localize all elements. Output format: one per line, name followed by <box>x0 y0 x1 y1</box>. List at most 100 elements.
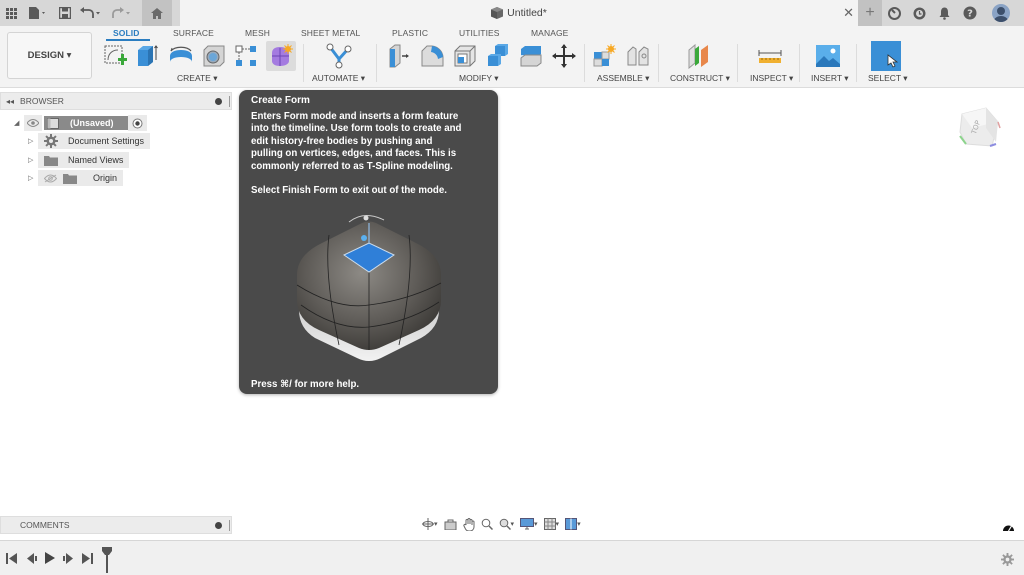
look-at-button[interactable] <box>442 515 459 533</box>
pattern-button[interactable] <box>233 43 259 69</box>
automate-menu[interactable]: AUTOMATE ▾ <box>312 73 365 84</box>
browser-panel-header[interactable]: ◂◂ BROWSER <box>0 92 232 110</box>
extensions-icon[interactable] <box>882 0 907 26</box>
insert-canvas-button[interactable] <box>815 43 841 69</box>
play-button[interactable] <box>42 551 56 565</box>
step-back-button[interactable] <box>24 551 38 565</box>
visibility-eye-icon[interactable] <box>24 115 42 131</box>
separator <box>737 44 738 82</box>
title-bar: Untitled* ✕ + ? <box>0 0 1024 26</box>
tooltip-title: Create Form <box>251 95 310 106</box>
create-menu[interactable]: CREATE ▾ <box>177 73 217 84</box>
tree-node: Origin <box>38 170 123 186</box>
assemble-menu[interactable]: ASSEMBLE ▾ <box>597 73 649 84</box>
active-tab-indicator <box>106 39 150 41</box>
go-to-end-button[interactable] <box>80 551 94 565</box>
document-tab[interactable]: Untitled* ✕ <box>180 0 858 26</box>
save-icon[interactable] <box>54 0 76 26</box>
job-status-icon[interactable] <box>907 0 932 26</box>
tab-solid[interactable]: SOLID <box>113 28 139 38</box>
browser-item-document-settings[interactable]: ▷ Document Settings <box>28 133 150 149</box>
close-tab-icon[interactable]: ✕ <box>843 5 854 21</box>
move-copy-button[interactable] <box>551 43 577 69</box>
press-pull-button[interactable] <box>386 43 412 69</box>
workspace-switcher[interactable]: DESIGN ▾ <box>7 32 92 79</box>
comments-title: COMMENTS <box>20 520 70 530</box>
app-grid-icon[interactable] <box>0 0 22 26</box>
separator <box>856 44 857 82</box>
grid-icon <box>544 518 556 530</box>
viewports-button[interactable]: ▾ <box>563 515 583 533</box>
inspect-menu[interactable]: INSPECT ▾ <box>750 73 793 84</box>
construct-menu[interactable]: CONSTRUCT ▾ <box>670 73 730 84</box>
tab-mesh[interactable]: MESH <box>245 28 270 38</box>
fillet-button[interactable] <box>419 43 445 69</box>
measure-button[interactable] <box>757 43 783 69</box>
collapse-panel-icon[interactable]: ◂◂ <box>6 97 14 106</box>
timeline-marker[interactable] <box>102 547 112 573</box>
tab-utilities[interactable]: UTILITIES <box>459 28 500 38</box>
offset-plane-button[interactable] <box>686 43 712 69</box>
hole-button[interactable] <box>201 43 227 69</box>
orbit-button[interactable]: ▾ <box>420 515 440 533</box>
display-settings-button[interactable]: ▾ <box>518 515 540 533</box>
panel-options-icon[interactable] <box>215 98 222 105</box>
create-form-button[interactable] <box>266 41 296 71</box>
split-body-button[interactable] <box>518 43 544 69</box>
redo-icon[interactable] <box>106 0 136 26</box>
joint-button[interactable] <box>625 43 651 69</box>
combine-button[interactable] <box>485 43 511 69</box>
tab-manage[interactable]: MANAGE <box>531 28 568 38</box>
shell-button[interactable] <box>452 43 478 69</box>
performance-icon[interactable] <box>1002 521 1015 533</box>
tab-plastic[interactable]: PLASTIC <box>392 28 428 38</box>
expand-triangle-icon[interactable]: ▷ <box>28 174 38 182</box>
browser-item-named-views[interactable]: ▷ Named Views <box>28 152 129 168</box>
undo-icon[interactable] <box>76 0 106 26</box>
separator <box>303 44 304 82</box>
expand-triangle-icon[interactable]: ▷ <box>28 137 38 145</box>
tree-node: Document Settings <box>38 133 150 149</box>
display-icon <box>520 518 534 530</box>
tab-sheet-metal[interactable]: SHEET METAL <box>301 28 360 38</box>
new-tab-icon[interactable]: + <box>858 0 882 26</box>
profile-avatar[interactable] <box>992 4 1010 22</box>
step-forward-button[interactable] <box>61 551 75 565</box>
panel-resize-handle[interactable] <box>229 96 230 107</box>
tree-node: Named Views <box>38 152 129 168</box>
item-label: Named Views <box>68 155 123 165</box>
insert-menu[interactable]: INSERT ▾ <box>811 73 849 84</box>
browser-root-node[interactable]: ◢ (Unsaved) <box>14 115 147 131</box>
select-button[interactable] <box>871 41 901 71</box>
zoom-icon <box>481 518 493 530</box>
modify-menu[interactable]: MODIFY ▾ <box>459 73 499 84</box>
zoom-button[interactable] <box>479 515 495 533</box>
browser-item-origin[interactable]: ▷ Origin <box>28 170 123 186</box>
add-comment-icon[interactable] <box>215 522 222 529</box>
comments-panel-header[interactable]: COMMENTS <box>0 516 232 534</box>
extrude-button[interactable] <box>134 43 160 69</box>
panel-resize-handle[interactable] <box>229 520 230 531</box>
file-menu-icon[interactable] <box>22 0 54 26</box>
new-component-button[interactable] <box>591 43 617 69</box>
item-label: Origin <box>93 173 117 183</box>
viewcube[interactable]: TOP <box>956 104 1002 155</box>
tab-surface[interactable]: SURFACE <box>173 28 214 38</box>
home-icon[interactable] <box>142 0 172 26</box>
go-to-start-button[interactable] <box>4 551 18 565</box>
timeline-settings-icon[interactable] <box>1001 553 1014 566</box>
grid-snaps-button[interactable]: ▾ <box>542 515 562 533</box>
expand-triangle-icon[interactable]: ▷ <box>28 156 38 164</box>
collapse-triangle-icon[interactable]: ◢ <box>14 119 24 127</box>
zoom-window-button[interactable]: ▾ <box>497 515 517 533</box>
notifications-icon[interactable] <box>932 0 957 26</box>
root-component[interactable]: (Unsaved) <box>44 116 128 130</box>
hidden-eye-icon[interactable] <box>44 174 57 183</box>
create-sketch-button[interactable] <box>102 43 128 69</box>
revolve-button[interactable] <box>168 43 194 69</box>
select-menu[interactable]: SELECT ▾ <box>868 73 908 84</box>
help-icon[interactable]: ? <box>957 0 982 26</box>
automate-button[interactable] <box>326 43 352 69</box>
pan-button[interactable] <box>461 515 477 533</box>
activate-radio[interactable] <box>128 115 147 131</box>
